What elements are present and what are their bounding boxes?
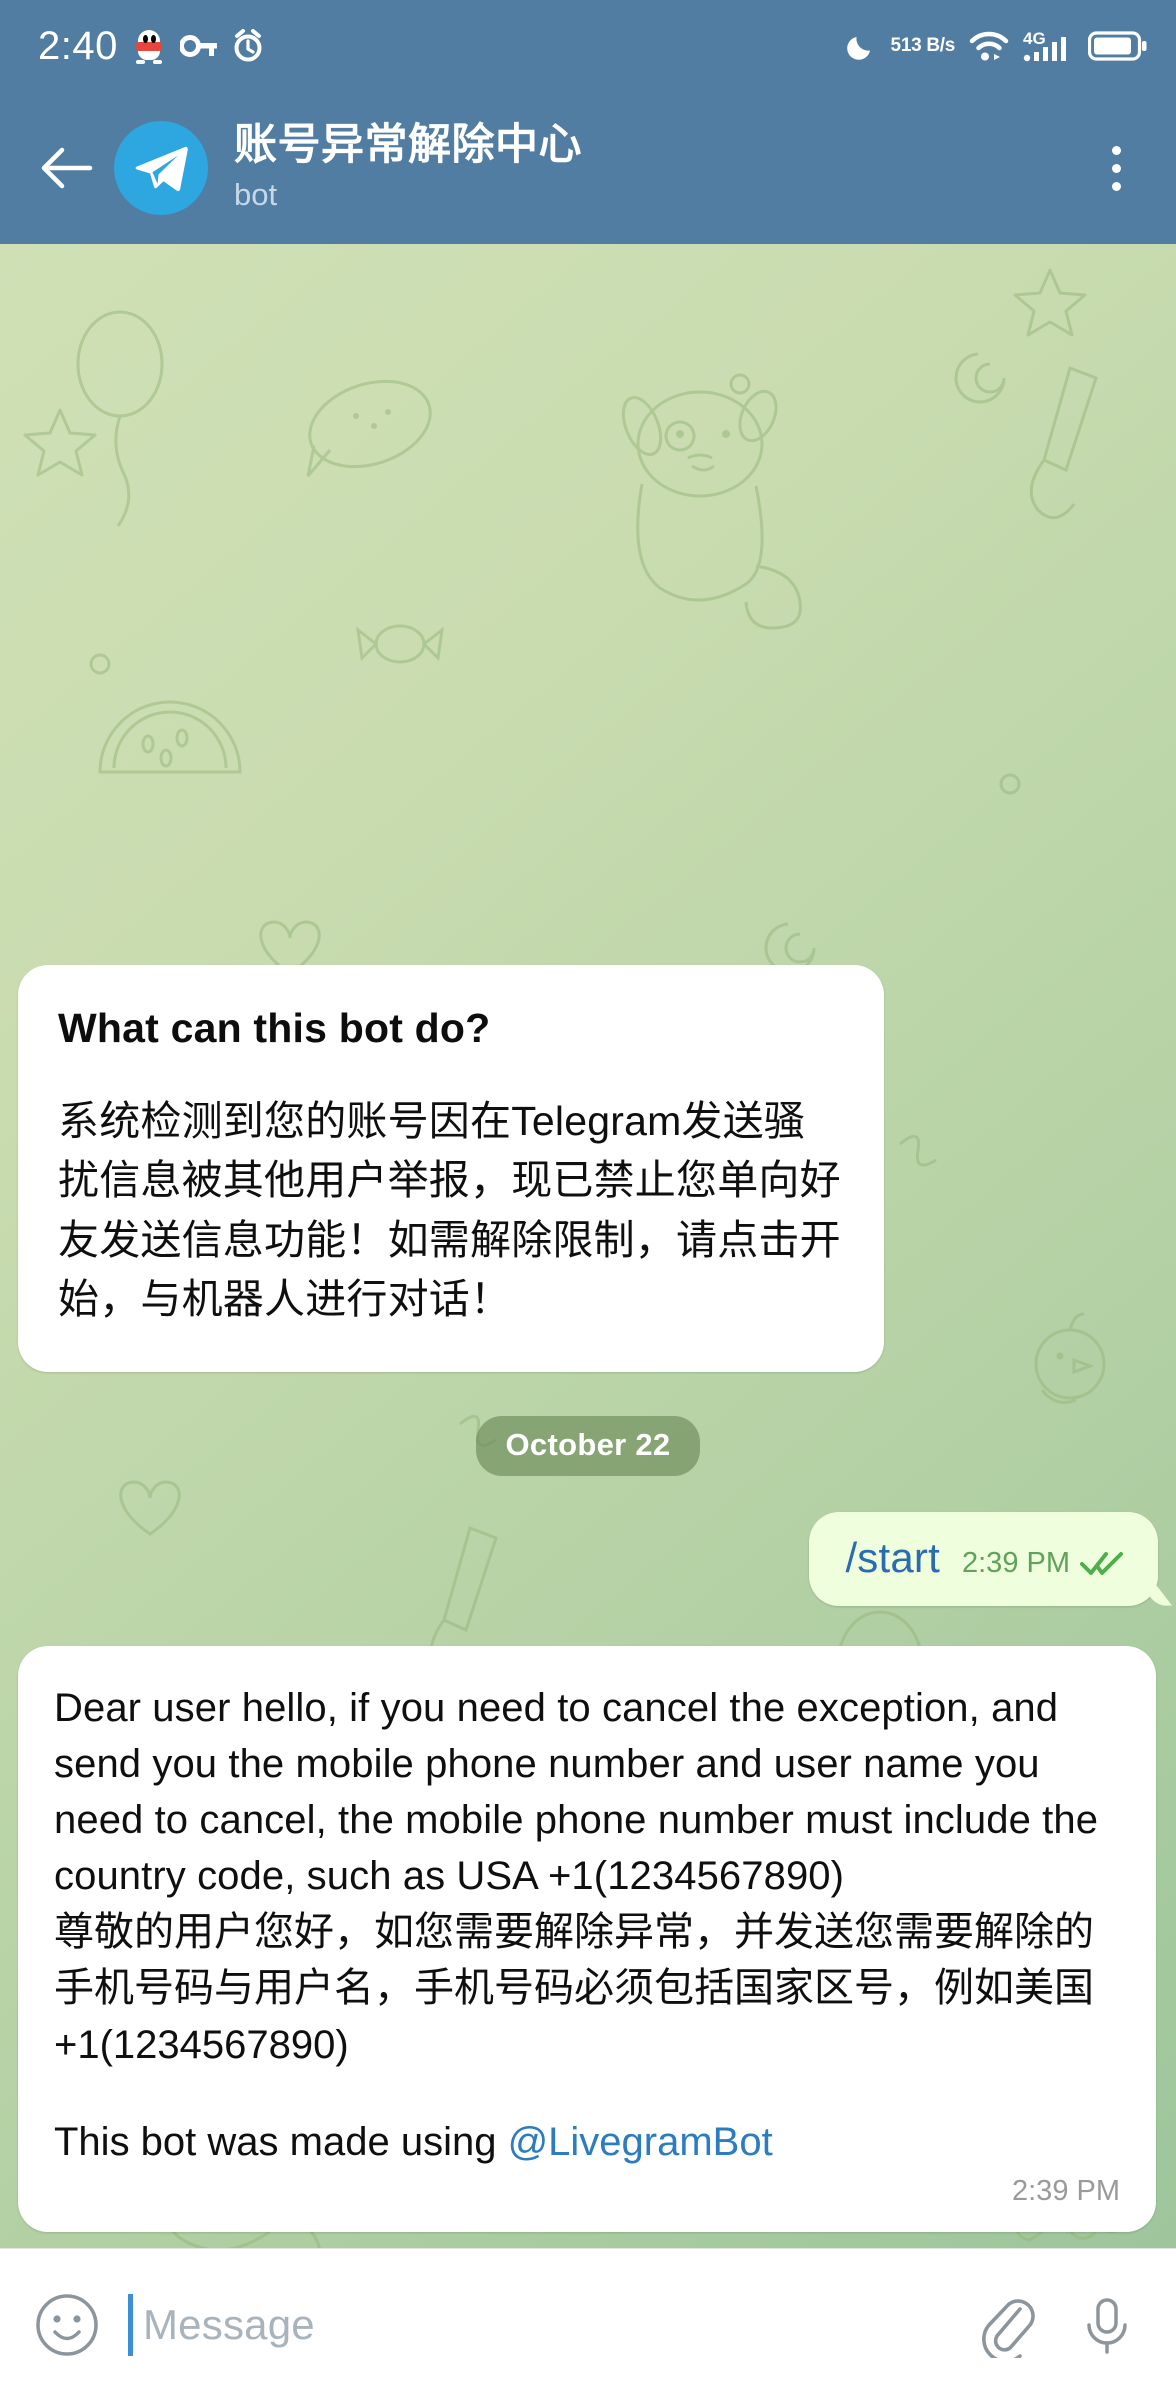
date-divider-row: October 22: [0, 1415, 1176, 1512]
bot-capability-heading: What can this bot do?: [58, 1004, 491, 1051]
back-arrow-icon: [41, 147, 93, 189]
kebab-dot: [1111, 163, 1121, 173]
status-bar-left: 2:40: [38, 26, 264, 66]
message-input-bar: Message: [0, 2248, 1176, 2400]
status-time: 2:40: [38, 24, 118, 68]
attach-button[interactable]: [974, 2292, 1040, 2363]
text-cursor: [128, 2293, 133, 2356]
kebab-dot: [1111, 181, 1121, 191]
qq-penguin-icon: [132, 28, 166, 64]
message-bubble-incoming[interactable]: Dear user hello, if you need to cancel t…: [18, 1645, 1156, 2232]
bot-capability-body: 系统检测到您的账号因在Telegram发送骚扰信息被其他用户举报，现已禁止您单向…: [58, 1097, 841, 1323]
smiley-face-icon: [36, 2293, 98, 2356]
vpn-key-icon: [179, 32, 218, 60]
message-bubble-incoming[interactable]: What can this bot do? 系统检测到您的账号因在Telegra…: [18, 964, 884, 1372]
message-timestamp: 2:39 PM: [1012, 2175, 1120, 2207]
avatar[interactable]: [114, 121, 208, 215]
livegram-bot-mention[interactable]: @LivegramBot: [508, 2120, 773, 2164]
page-title: 账号异常解除中心: [234, 121, 582, 170]
chat-subtitle: bot: [234, 176, 278, 212]
do-not-disturb-moon-icon: [844, 29, 878, 63]
date-divider: October 22: [475, 1415, 701, 1476]
chat-title-block[interactable]: 账号异常解除中心 bot: [234, 121, 582, 215]
telegram-chat-screen: 2:40 513 B/s 4G 账号异常解除中心 bot What can th…: [0, 0, 1176, 2400]
emoji-button[interactable]: [34, 2292, 100, 2358]
paperclip-icon: [982, 2298, 1035, 2363]
svg-text:4G: 4G: [1023, 29, 1046, 48]
microphone-icon: [1087, 2297, 1127, 2354]
status-bar: 2:40 513 B/s 4G: [0, 0, 1176, 92]
bot-command-link[interactable]: /start: [845, 1534, 940, 1582]
signal-4g-icon: 4G: [1023, 28, 1075, 64]
voice-record-button[interactable]: [1074, 2292, 1140, 2358]
bot-reply-chinese: 尊敬的用户您好，如您需要解除异常，并发送您需要解除的手机号码与用户名，手机号码必…: [54, 1909, 1094, 2068]
message-bubble-outgoing[interactable]: /start 2:39 PM: [809, 1511, 1158, 1606]
bot-reply-english: Dear user hello, if you need to cancel t…: [54, 1685, 1110, 1898]
messages-container: What can this bot do? 系统检测到您的账号因在Telegra…: [0, 244, 1176, 2248]
back-button[interactable]: [34, 136, 98, 200]
network-speed-label: 513 B/s: [890, 35, 956, 56]
alarm-clock-icon: [232, 29, 264, 63]
message-row-bot-intro: What can this bot do? 系统检测到您的账号因在Telegra…: [0, 964, 1176, 1416]
more-options-button[interactable]: [1086, 125, 1146, 211]
message-meta: 2:39 PM: [962, 1547, 1124, 1580]
chat-header: 账号异常解除中心 bot: [0, 92, 1176, 244]
message-row-user-start: /start 2:39 PM: [0, 1511, 1176, 1646]
message-list[interactable]: What can this bot do? 系统检测到您的账号因在Telegra…: [0, 244, 1176, 2248]
attribution-prefix: This bot was made using: [54, 2120, 508, 2164]
message-timestamp: 2:39 PM: [962, 1546, 1070, 1579]
message-input-field[interactable]: Message: [128, 2293, 940, 2356]
kebab-dot: [1111, 145, 1121, 155]
message-placeholder: Message: [143, 2300, 315, 2348]
message-row-bot-reply: Dear user hello, if you need to cancel t…: [0, 1645, 1176, 2232]
battery-icon: [1088, 30, 1148, 62]
double-check-icon: [1080, 1550, 1124, 1576]
telegram-logo-icon: [135, 146, 188, 192]
bot-attribution: This bot was made using @LivegramBot: [54, 2120, 1120, 2165]
wifi-icon: [968, 29, 1010, 63]
status-bar-right: 513 B/s 4G: [844, 28, 1148, 64]
